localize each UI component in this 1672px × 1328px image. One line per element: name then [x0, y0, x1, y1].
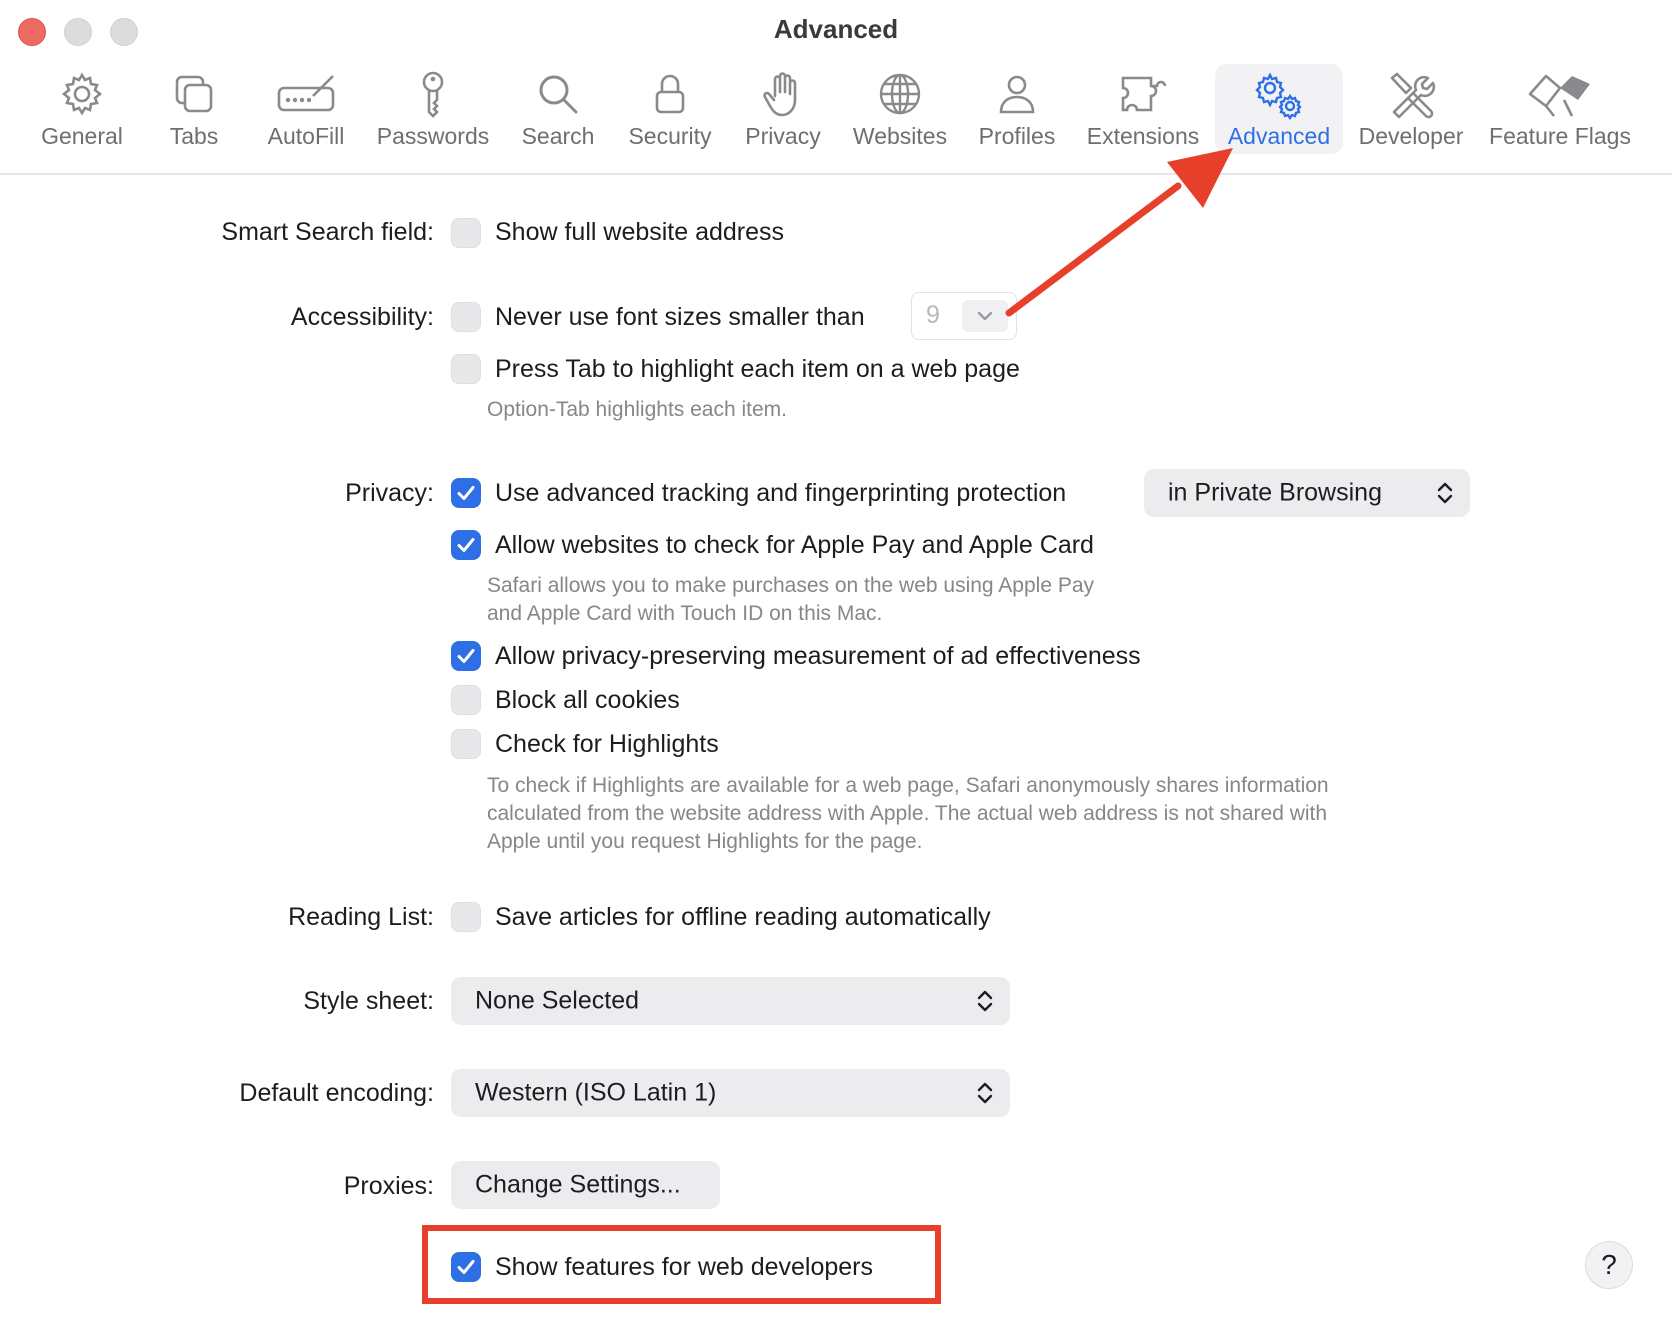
offline-reading-option: Save articles for offline reading automa…: [495, 903, 991, 931]
person-icon: [999, 75, 1035, 114]
tab-label: Advanced: [1227, 123, 1331, 149]
apple-pay-note: and Apple Card with Touch ID on this Mac…: [487, 602, 883, 625]
style-sheet-label: Style sheet:: [303, 987, 434, 1015]
checkmark-icon: [457, 538, 475, 552]
tabs-icon: [175, 75, 213, 113]
tab-label: Tabs: [169, 123, 219, 149]
key-icon: [422, 71, 444, 118]
proxies-label: Proxies:: [343, 1172, 434, 1200]
window-title: Advanced: [773, 14, 899, 44]
chevron-updown-icon: [977, 990, 993, 1012]
tracking-scope-popup[interactable]: in Private Browsing: [1144, 469, 1470, 517]
tab-label: Websites: [852, 123, 948, 149]
tab-extensions[interactable]: Extensions: [1083, 70, 1203, 158]
tab-tabs[interactable]: Tabs: [144, 70, 244, 158]
ad-measurement-checkbox[interactable]: [451, 641, 481, 671]
chevron-down-icon: [977, 311, 993, 321]
apple-pay-note: Safari allows you to make purchases on t…: [487, 574, 1095, 597]
tab-general[interactable]: General: [32, 70, 132, 158]
tab-autofill[interactable]: AutoFill: [256, 70, 356, 158]
tab-feature-flags[interactable]: Feature Flags: [1485, 70, 1635, 158]
encoding-popup[interactable]: Western (ISO Latin 1): [451, 1069, 1010, 1117]
tab-passwords[interactable]: Passwords: [373, 70, 493, 158]
block-cookies-checkbox[interactable]: [451, 685, 481, 715]
show-full-address-option: Show full website address: [495, 218, 785, 246]
chevron-updown-icon: [977, 1082, 993, 1104]
min-font-size-option: Never use font sizes smaller than: [495, 303, 865, 331]
tab-label: AutoFill: [267, 123, 345, 149]
tab-label: Privacy: [745, 123, 821, 149]
tab-label: Search: [521, 123, 595, 149]
highlights-note: calculated from the website address with…: [487, 802, 1328, 825]
check-highlights-option: Check for Highlights: [495, 730, 719, 758]
block-cookies-option: Block all cookies: [495, 686, 680, 714]
hand-icon: [763, 72, 797, 117]
offline-reading-checkbox[interactable]: [451, 902, 481, 932]
style-sheet-value: None Selected: [475, 986, 640, 1015]
accessibility-label: Accessibility:: [290, 303, 434, 331]
tab-profiles[interactable]: Profiles: [967, 70, 1067, 158]
highlights-note: To check if Highlights are available for…: [487, 774, 1329, 797]
tab-websites[interactable]: Websites: [845, 70, 955, 158]
check-highlights-checkbox[interactable]: [451, 729, 481, 759]
tab-privacy[interactable]: Privacy: [733, 70, 833, 158]
smart-search-label: Smart Search field:: [221, 218, 434, 246]
tab-highlight-checkbox[interactable]: [451, 354, 481, 384]
gear-icon: [61, 72, 103, 116]
tracking-protection-option: Use advanced tracking and fingerprinting…: [495, 479, 1067, 507]
autofill-icon: [277, 75, 335, 112]
change-proxy-settings-button[interactable]: Change Settings...: [451, 1161, 720, 1209]
tab-search[interactable]: Search: [508, 70, 608, 158]
apple-pay-checkbox[interactable]: [451, 530, 481, 560]
privacy-label: Privacy:: [345, 479, 434, 507]
checkmark-icon: [457, 486, 475, 500]
tab-security[interactable]: Security: [620, 70, 720, 158]
flags-icon: [1528, 74, 1590, 117]
tab-label: Passwords: [376, 123, 490, 149]
tab-label: Developer: [1358, 123, 1464, 149]
lock-icon: [655, 74, 685, 114]
tab-highlight-note: Option-Tab highlights each item.: [487, 398, 787, 421]
tab-label: Security: [628, 123, 712, 149]
style-sheet-popup[interactable]: None Selected: [451, 977, 1010, 1025]
search-icon: [539, 75, 578, 114]
checkmark-icon: [457, 649, 475, 663]
font-size-dropdown-button[interactable]: [962, 300, 1008, 332]
tab-advanced[interactable]: Advanced: [1215, 64, 1343, 154]
reading-list-label: Reading List:: [288, 903, 434, 931]
tab-label: Profiles: [978, 123, 1056, 149]
tracking-protection-checkbox[interactable]: [451, 478, 481, 508]
help-button[interactable]: ?: [1585, 1241, 1633, 1289]
min-font-size-combobox[interactable]: 9: [911, 292, 1017, 340]
encoding-label: Default encoding:: [239, 1079, 434, 1107]
highlights-note: Apple until you request Highlights for t…: [487, 830, 923, 853]
chevron-updown-icon: [1437, 482, 1453, 504]
puzzle-icon: [1121, 76, 1167, 112]
change-settings-label: Change Settings...: [475, 1170, 681, 1199]
tracking-scope-value: in Private Browsing: [1168, 478, 1382, 507]
tab-label: General: [41, 123, 123, 149]
globe-icon: [879, 73, 921, 115]
gears-icon: [1255, 72, 1302, 121]
tab-label: Feature Flags: [1489, 123, 1631, 149]
min-font-size-checkbox[interactable]: [451, 302, 481, 332]
tab-label: Extensions: [1086, 123, 1200, 149]
highlight-box-annotation: [422, 1225, 941, 1304]
tab-developer[interactable]: Developer: [1356, 70, 1466, 158]
tab-highlight-option: Press Tab to highlight each item on a we…: [495, 355, 1020, 383]
show-full-address-checkbox[interactable]: [451, 218, 481, 248]
min-font-size-value: 9: [926, 301, 940, 329]
encoding-value: Western (ISO Latin 1): [475, 1078, 717, 1107]
tools-icon: [1390, 72, 1436, 119]
ad-measurement-option: Allow privacy-preserving measurement of …: [495, 642, 1141, 670]
toolbar-divider: [0, 173, 1672, 175]
apple-pay-option: Allow websites to check for Apple Pay an…: [495, 531, 1094, 559]
